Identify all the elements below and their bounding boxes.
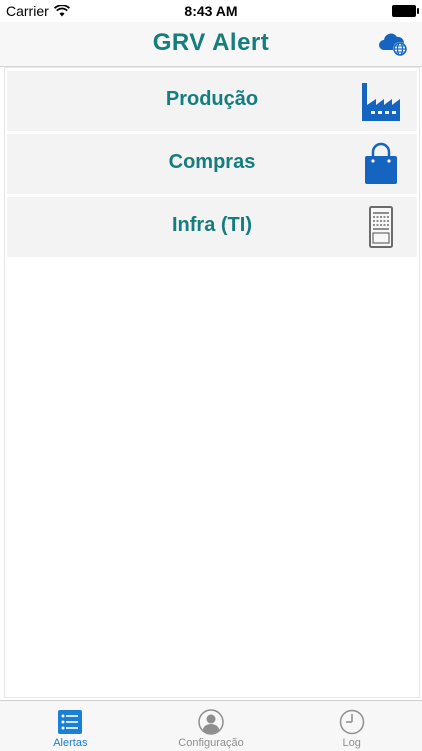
menu-item-label: Infra (TI) [172,214,252,236]
tab-label: Configuração [178,737,244,749]
status-time: 8:43 AM [184,3,238,19]
cloud-globe-icon [379,33,407,56]
status-bar: Carrier 8:43 AM [0,0,422,22]
menu-item-compras[interactable]: Compras [7,134,417,194]
server-icon [369,206,393,248]
user-icon [198,709,224,735]
shopping-bag-icon [365,142,397,184]
tab-bar: Alertas Configuração Log [0,700,422,751]
menu-item-infra-ti[interactable]: Infra (TI) [7,197,417,257]
menu-item-producao[interactable]: Produção [7,71,417,131]
tab-label: Log [342,737,361,749]
tab-label: Alertas [53,737,88,749]
page-title: GRV Alert [152,29,270,56]
menu-list: Produção Compras Infra (TI) [4,67,420,698]
navigation-bar: GRV Alert [0,22,422,67]
list-icon [58,710,83,734]
battery-icon [392,5,419,17]
tab-configuracao[interactable]: Configuração [141,701,282,751]
cloud-globe-button[interactable] [378,30,410,58]
menu-item-label: Compras [168,151,256,173]
tab-log[interactable]: Log [281,701,422,751]
tab-alertas[interactable]: Alertas [0,701,141,751]
clock-icon [339,709,364,735]
menu-item-label: Produção [165,88,259,110]
factory-icon [362,83,400,121]
